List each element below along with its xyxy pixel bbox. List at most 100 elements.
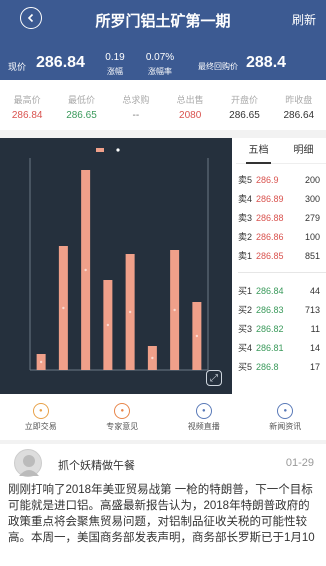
current-price: 286.84 [36,54,85,71]
stat-label: 开盘价 [230,95,258,105]
stat-value: 286.65 [229,110,260,121]
stat-value: -- [132,110,140,121]
tab-details[interactable]: 明细 [281,138,326,163]
sell-row: 卖1 286.85 851 [238,246,326,265]
stat-cell: 最低价 286.65 [54,93,108,121]
sell-level-label: 卖1 [238,251,253,261]
orderbook-panel: 五档 明细 卖5 286.9 200 卖4 286.89 300 卖3 286.88 279 卖2… [236,138,326,394]
stat-value: 286.64 [283,110,315,121]
change-rate-value: 0.07% [145,52,175,63]
chart-point [62,306,65,310]
legend-swatch-point [116,148,120,152]
stat-cell: 最高价 286.84 [0,93,54,121]
avatar[interactable] [14,449,42,477]
stat-value: 286.65 [66,110,97,121]
section-divider [0,130,326,138]
action-video[interactable]: ● 视频直播 [163,400,245,440]
stat-label: 最高价 [13,95,41,105]
fullscreen-icon[interactable]: ⤢ [206,370,222,386]
stat-cell: 总出售 2080 [163,93,217,121]
stat-label: 总出售 [176,95,204,105]
post-header: 抓个妖精做午餐 01-29 [0,444,326,482]
buy-qty: 17 [309,361,320,372]
buy-price: 286.81 [256,342,284,353]
stat-label: 昨收盘 [285,95,313,105]
buy-level-label: 买1 [238,286,253,296]
stat-label: 总求购 [122,95,150,105]
change-label: 涨幅 [107,67,123,76]
sell-level-label: 卖5 [238,175,253,185]
action-expert[interactable]: ● 专家意见 [82,400,164,440]
trade-icon: ● [32,403,49,419]
stat-label: 最低价 [67,95,95,105]
stats-row: 最高价 286.84 最低价 286.65 总求购 -- 总出售 2080 开盘价 286.65 昨… [0,93,326,121]
header-bar: 所罗门铝土矿第一期 刷新 现价 286.84 0.19 涨幅 0.07% 涨幅率… [0,0,326,80]
chart-point [106,323,110,327]
chart-point [39,360,43,364]
sell-qty: 851 [304,250,320,261]
buyback-price: 288.4 [246,54,287,71]
chart-point [173,308,176,312]
expert-icon: ● [114,403,131,419]
buy-qty: 11 [310,323,320,334]
user-avatar-icon [19,455,39,476]
sell-qty: 200 [304,174,320,185]
sell-price: 286.86 [256,231,284,242]
action-label: 专家意见 [106,422,139,431]
volume-chart: ⤢ [0,138,232,394]
refresh-button[interactable]: 刷新 [292,11,316,28]
news-icon: ● [277,403,294,419]
buyback-label: 最终回购价 [198,62,238,71]
buy-row: 买3 286.82 11 [238,319,326,338]
post-body: 刚刚打响了2018年美亚贸易战第 一枪的特朗普，下一个目标可能就是进口铝。高盛最… [8,484,315,544]
sell-row: 卖3 286.88 279 [238,208,326,227]
chart-point [84,268,87,272]
buy-row: 买2 286.83 713 [238,300,326,319]
buy-level-label: 买4 [238,343,253,353]
action-bar: ● 立即交易 ● 专家意见 ● 视频直播 ● 新闻资讯 [0,400,326,440]
sell-qty: 300 [304,193,320,204]
video-icon: ● [195,403,212,419]
orderbook-list: 卖5 286.9 200 卖4 286.89 300 卖3 286.88 279 卖2 286.86… [236,164,326,376]
action-label: 新闻资讯 [269,422,302,431]
stat-cell: 开盘价 286.65 [217,93,271,121]
stat-cell: 昨收盘 286.64 [272,93,326,121]
chart-point [151,356,154,360]
buy-qty: 713 [304,304,320,315]
orderbook-tabs: 五档 明细 [236,138,326,164]
action-news[interactable]: ● 新闻资讯 [245,400,326,440]
post-author[interactable]: 抓个妖精做午餐 [58,457,135,473]
price-label: 现价 [8,62,27,72]
chart-point [128,310,132,314]
sell-qty: 279 [304,212,320,223]
buy-price: 286.84 [256,285,284,296]
sell-price: 286.89 [256,193,284,204]
buy-level-label: 买3 [238,324,253,334]
action-trade[interactable]: ● 立即交易 [0,400,82,440]
action-label: 视频直播 [187,422,220,431]
bar-chart-svg [29,148,209,371]
buy-row: 买4 286.81 14 [238,338,326,357]
sell-price: 286.85 [256,250,284,261]
sell-qty: 100 [304,231,320,242]
tab-five-levels[interactable]: 五档 [236,138,281,164]
sell-level-label: 卖3 [238,213,253,223]
buy-row: 买1 286.84 44 [238,281,326,300]
comment-post: 抓个妖精做午餐 01-29 刚刚打响了2018年美亚贸易战第 一枪的特朗普，下一… [0,444,326,546]
change-value: 0.19 [105,52,125,63]
sell-row: 卖5 286.9 200 [238,170,326,189]
sell-row: 卖4 286.89 300 [238,189,326,208]
change-rate-label: 涨幅率 [148,67,172,76]
stat-value: 2080 [179,110,202,121]
sell-row: 卖2 286.86 100 [238,227,326,246]
sell-price: 286.9 [256,174,279,185]
post-date: 01-29 [285,457,314,469]
buy-price: 286.83 [256,304,284,315]
sell-level-label: 卖2 [238,232,253,242]
buy-row: 买5 286.8 17 [238,357,326,376]
buy-price: 286.8 [256,361,279,372]
sell-price: 286.88 [256,212,284,223]
buy-price: 286.82 [256,323,284,334]
orderbook-separator [238,272,326,273]
action-label: 立即交易 [24,422,57,431]
